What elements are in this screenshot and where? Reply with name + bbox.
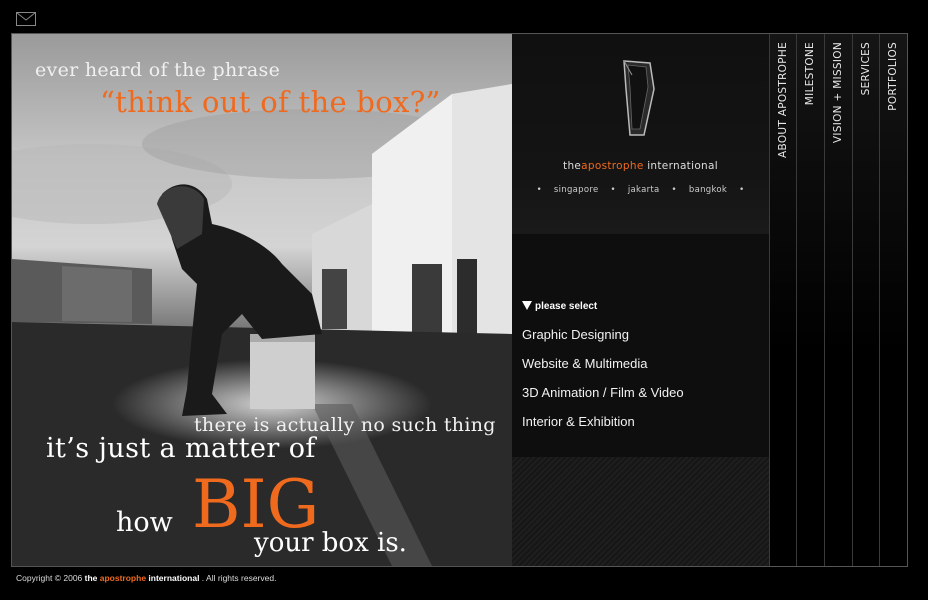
- menu-item-graphic-designing[interactable]: Graphic Designing: [522, 327, 629, 342]
- apostrophe-logo-icon[interactable]: [620, 59, 656, 139]
- nav-milestone[interactable]: MILESTONE: [796, 34, 824, 566]
- menu-item-interior-exhibition[interactable]: Interior & Exhibition: [522, 414, 635, 429]
- hero-line-2: “think out of the box?”: [100, 85, 441, 119]
- nav-vision-mission[interactable]: VISION + MISSION: [824, 34, 852, 566]
- menu-item-website-multimedia[interactable]: Website & Multimedia: [522, 356, 647, 371]
- vertical-nav: ABOUT APOSTROPHE MILESTONE VISION + MISS…: [769, 34, 907, 566]
- hero-banner: ever heard of the phrase “think out of t…: [12, 34, 512, 566]
- brand-name: theapostrophe international: [512, 160, 769, 172]
- hero-line-how: how: [116, 507, 173, 538]
- envelope-icon[interactable]: [16, 12, 36, 26]
- nav-about-apostrophe[interactable]: ABOUT APOSTROPHE: [769, 34, 797, 566]
- city-bangkok: bangkok: [688, 185, 728, 195]
- brand-panel: theapostrophe international • singapore • j…: [512, 34, 769, 566]
- services-menu: please select Graphic Designing Website …: [512, 234, 769, 457]
- hero-line-your-box: your box is.: [254, 528, 407, 558]
- city-jakarta: jakarta: [627, 185, 660, 195]
- hero-line-4: it’s just a matter of: [46, 433, 316, 464]
- brand-highlight: apostrophe: [581, 160, 644, 172]
- nav-portfolios[interactable]: PORTFOLIOS: [879, 34, 907, 566]
- city-list: • singapore • jakarta • bangkok •: [536, 185, 745, 195]
- brand-suffix: international: [643, 160, 718, 172]
- menu-heading: please select: [522, 301, 597, 312]
- brand-prefix: the: [563, 160, 582, 172]
- brand-header: theapostrophe international • singapore • j…: [512, 34, 769, 234]
- hero-line-1: ever heard of the phrase: [35, 59, 281, 81]
- footer-copyright: Copyright © 2006 the apostrophe internat…: [16, 573, 277, 583]
- nav-services[interactable]: SERVICES: [852, 34, 880, 566]
- menu-item-3d-animation[interactable]: 3D Animation / Film & Video: [522, 385, 684, 400]
- main-frame: ever heard of the phrase “think out of t…: [11, 33, 908, 567]
- triangle-down-icon: [522, 301, 532, 310]
- city-singapore: singapore: [553, 185, 599, 195]
